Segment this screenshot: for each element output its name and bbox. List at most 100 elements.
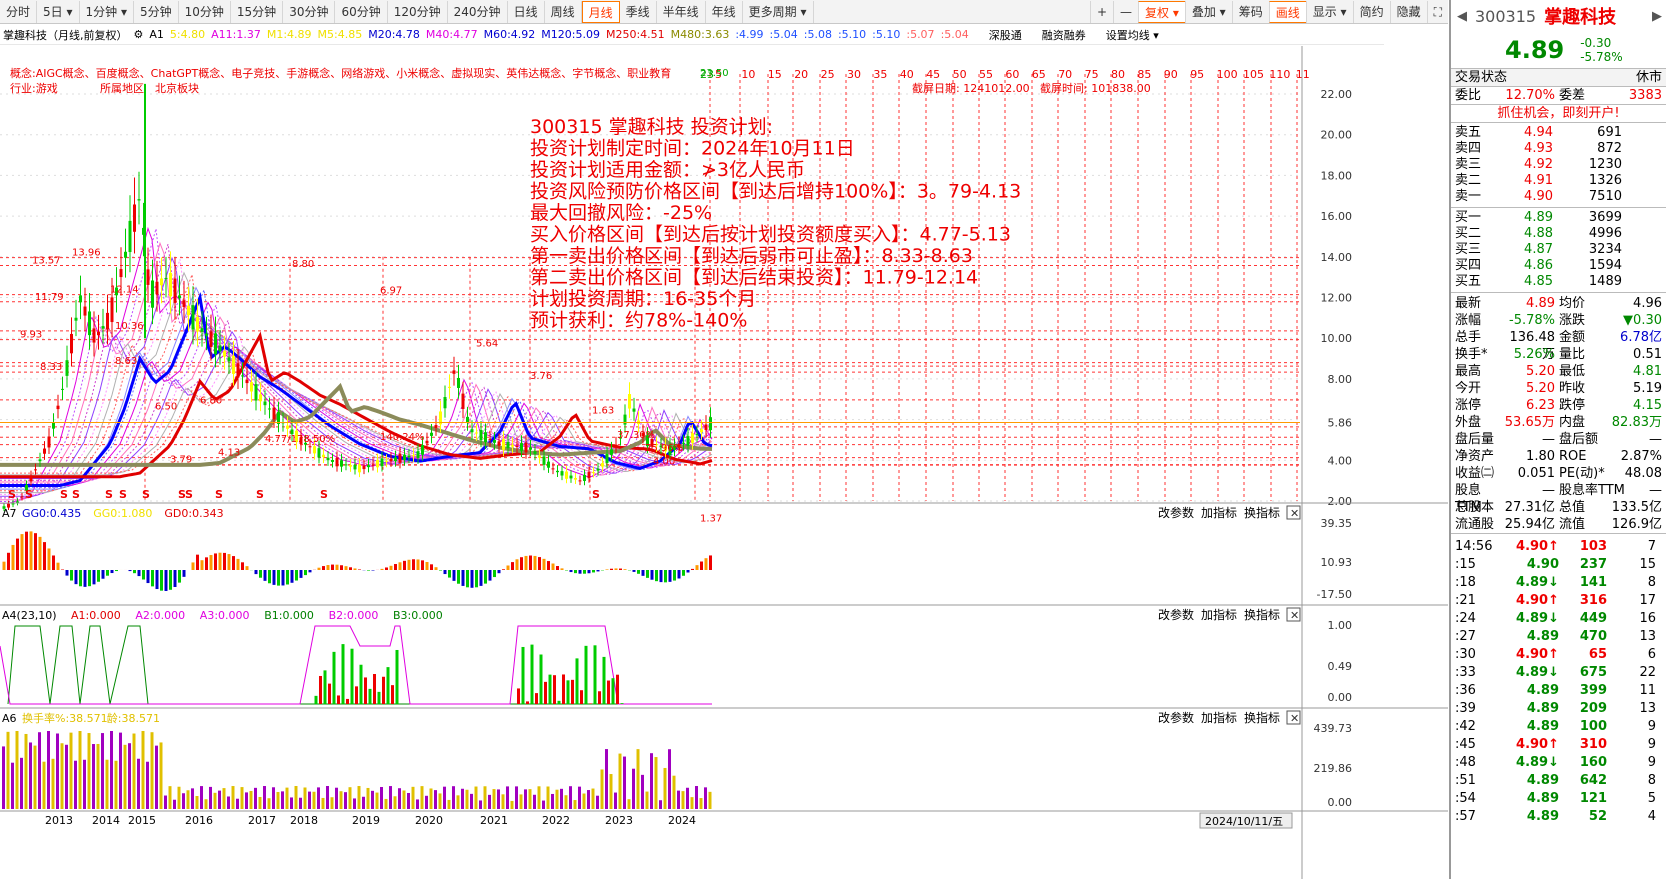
- book-row[interactable]: 买四4.861594: [1451, 258, 1666, 274]
- toolbar-btn[interactable]: 画线: [1269, 1, 1306, 23]
- macd-bar: [435, 567, 438, 570]
- macd-bar: [75, 570, 78, 584]
- candle: [448, 387, 451, 388]
- book-row[interactable]: 买二4.884996: [1451, 226, 1666, 242]
- indicator-link[interactable]: 深股通: [989, 27, 1022, 43]
- candle: [214, 333, 217, 354]
- plus-icon[interactable]: +: [1090, 1, 1113, 23]
- chart-label: 25.96%: [645, 443, 683, 454]
- candle: [556, 471, 559, 472]
- macd-bar: [147, 570, 150, 583]
- stat-row: 流通股25.94亿流值126.9亿: [1451, 516, 1666, 533]
- panel-button[interactable]: 加指标: [1201, 505, 1237, 520]
- book-row[interactable]: 买一4.893699: [1451, 210, 1666, 226]
- macd-bar: [606, 569, 609, 570]
- panel-button[interactable]: 改参数: [1158, 710, 1194, 725]
- period-tab[interactable]: 10分钟: [179, 1, 231, 23]
- book-row[interactable]: 卖五4.94691: [1451, 125, 1666, 141]
- stat-label: 外盘: [1455, 414, 1499, 431]
- macd-bar: [97, 570, 100, 582]
- signal-bar: [571, 680, 574, 704]
- toolbar-btn[interactable]: 复权 ▾: [1138, 1, 1185, 23]
- signal-bar: [580, 690, 583, 704]
- promo-link[interactable]: 抓住机会，即刻开户!: [1451, 104, 1666, 122]
- book-row[interactable]: 卖四4.93872: [1451, 141, 1666, 157]
- panel-button[interactable]: 加指标: [1201, 607, 1237, 622]
- toolbar-btn[interactable]: 简约: [1353, 1, 1390, 23]
- panel-button[interactable]: 换指标: [1244, 607, 1280, 622]
- panel-button[interactable]: 换指标: [1244, 505, 1280, 520]
- panel-button[interactable]: 改参数: [1158, 607, 1194, 622]
- period-tab[interactable]: 季线: [620, 1, 657, 23]
- period-tab[interactable]: 半年线: [657, 1, 706, 23]
- book-volume: 1230: [1589, 157, 1622, 173]
- turnover-bar: [101, 733, 104, 809]
- panel-button[interactable]: 改参数: [1158, 505, 1194, 520]
- macd-bar: [498, 570, 501, 573]
- tick-price: 4.90↑: [1503, 538, 1559, 556]
- period-tab[interactable]: 更多周期 ▾: [743, 1, 814, 23]
- turnover-bar: [349, 787, 352, 809]
- period-tab[interactable]: 年线: [706, 1, 743, 23]
- toolbar-btn[interactable]: 筹码: [1232, 1, 1269, 23]
- turnover-bar: [637, 749, 640, 809]
- macd-bar: [295, 570, 298, 581]
- toolbar-btn[interactable]: 隐藏: [1390, 1, 1427, 23]
- indicator-link[interactable]: 融资融券: [1042, 27, 1086, 43]
- period-tab[interactable]: 1分钟 ▾: [80, 1, 134, 23]
- book-row[interactable]: 买五4.851489: [1451, 274, 1666, 290]
- turnover-bar: [362, 797, 365, 809]
- signal-bar: [364, 677, 367, 704]
- period-tab[interactable]: 月线: [582, 1, 620, 23]
- period-tab[interactable]: 120分钟: [388, 1, 448, 23]
- period-tab[interactable]: 5分钟: [134, 1, 179, 23]
- stat-row: 涨停6.23跌停4.15: [1451, 397, 1666, 414]
- book-row[interactable]: 卖二4.911326: [1451, 173, 1666, 189]
- screenshot-time: 截屏时间: 101838.00: [1040, 81, 1151, 95]
- chart-label: 140.24%: [380, 432, 425, 443]
- chevron-left-icon[interactable]: ◀: [1457, 9, 1467, 24]
- screenshot-date: 截屏日期: 1241012.00: [912, 81, 1030, 95]
- macd-bar: [291, 570, 294, 583]
- book-row[interactable]: 买三4.873234: [1451, 242, 1666, 258]
- minus-icon[interactable]: —: [1113, 1, 1138, 23]
- stat-label: 总股本: [1455, 499, 1499, 516]
- candle: [52, 423, 55, 429]
- candle: [381, 459, 384, 467]
- panel-button[interactable]: 换指标: [1244, 710, 1280, 725]
- chevron-right-icon[interactable]: ▶: [1652, 9, 1662, 24]
- period-tab[interactable]: 5日 ▾: [37, 1, 79, 23]
- period-tab[interactable]: 60分钟: [335, 1, 387, 23]
- tick-count: 15: [1639, 556, 1656, 574]
- tick-row: 14:564.90↑1037: [1451, 538, 1666, 556]
- macd-bar: [453, 570, 456, 581]
- tick-price: 4.89↓: [1503, 610, 1559, 628]
- period-tab[interactable]: 日线: [508, 1, 545, 23]
- stat-label: 均价: [1559, 295, 1585, 312]
- book-row[interactable]: 卖三4.921230: [1451, 157, 1666, 173]
- period-tab[interactable]: 30分钟: [283, 1, 335, 23]
- toolbar-btn[interactable]: 叠加 ▾: [1185, 1, 1232, 23]
- candle: [178, 295, 181, 298]
- gear-icon[interactable]: ⚙: [134, 28, 144, 41]
- macd-bar: [367, 570, 370, 571]
- book-price: 4.87: [1503, 242, 1553, 258]
- period-tab[interactable]: 周线: [545, 1, 582, 23]
- tick-price: 4.89↓: [1503, 574, 1559, 592]
- toolbar-btn[interactable]: 显示 ▾: [1306, 1, 1353, 23]
- panel-button[interactable]: 加指标: [1201, 710, 1237, 725]
- book-row[interactable]: 卖一4.907510: [1451, 189, 1666, 205]
- region-value: 北京板块: [155, 81, 199, 95]
- macd-bar: [349, 567, 352, 570]
- cycle-number: 90: [1164, 68, 1178, 81]
- candle: [421, 445, 424, 455]
- period-tab[interactable]: 240分钟: [448, 1, 508, 23]
- chart-area: 2351015202530354045505560657075808590951…: [0, 46, 1448, 878]
- expand-icon[interactable]: ⛶: [1427, 1, 1448, 23]
- period-tab[interactable]: 分时: [0, 1, 37, 23]
- turnover-bar: [650, 753, 653, 809]
- period-tab[interactable]: 15分钟: [231, 1, 283, 23]
- tick-volume: 470: [1559, 628, 1607, 646]
- book-price: 4.91: [1503, 173, 1553, 189]
- indicator-link[interactable]: 设置均线 ▾: [1106, 27, 1159, 43]
